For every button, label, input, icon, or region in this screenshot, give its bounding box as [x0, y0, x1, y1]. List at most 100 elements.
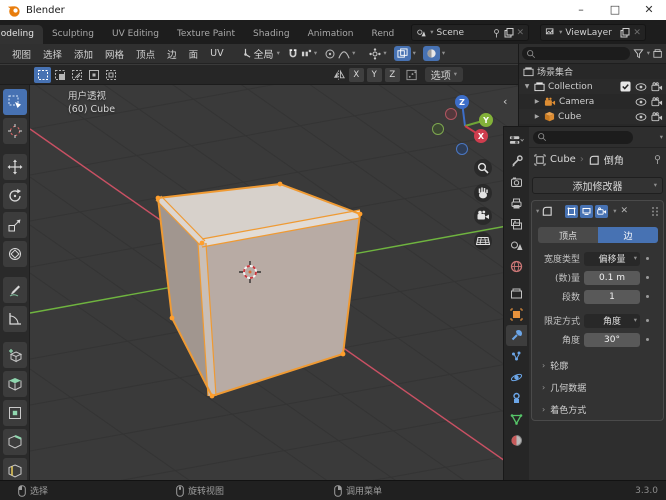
menu-select[interactable]: 选择 [37, 47, 68, 61]
angle-field[interactable]: 30° [584, 332, 640, 347]
affect-edges-button[interactable]: 边 [598, 227, 658, 243]
menu-uv[interactable]: UV [204, 48, 229, 59]
tab-sculpting[interactable]: Sculpting [43, 25, 103, 44]
checkbox-checked-icon[interactable] [620, 81, 631, 92]
breadcrumb-modifier[interactable]: 倒角 [604, 152, 624, 167]
viewlayer-selector[interactable]: ▾ ViewLayer ✕ [540, 24, 646, 41]
tab-render[interactable] [506, 172, 527, 193]
subpanel-shading[interactable]: › 着色方式 [542, 403, 586, 416]
sidebar-collapse-arrow[interactable]: ‹ [503, 95, 507, 108]
tab-shading[interactable]: Shading [244, 25, 299, 44]
cursor-tool[interactable] [2, 118, 27, 144]
subpanel-geometry[interactable]: › 几何数据 [542, 381, 586, 394]
cube-object[interactable] [155, 181, 363, 399]
xray-toggle[interactable]: ▾ [393, 46, 416, 61]
falloff-icon[interactable] [406, 69, 419, 81]
mirror-z-button[interactable]: Z [384, 67, 400, 82]
scene-selector[interactable]: ▾ Scene ✕ [411, 24, 530, 41]
tab-animation[interactable]: Animation [299, 25, 363, 44]
options-dropdown[interactable]: 选项 ▾ [424, 67, 463, 82]
animate-dot[interactable] [646, 276, 649, 279]
animate-dot[interactable] [646, 257, 649, 260]
drag-handle-icon[interactable] [651, 206, 659, 217]
eye-icon[interactable] [635, 97, 647, 107]
scale-tool[interactable] [2, 212, 27, 238]
render-visibility-icon[interactable] [651, 96, 663, 107]
gizmo-dropdown[interactable]: ▾ [369, 47, 387, 60]
animate-dot[interactable] [646, 319, 649, 322]
width-type-dropdown[interactable]: 偏移量 ▾ [584, 251, 640, 266]
outliner-row-camera[interactable]: ▶ Camera [519, 94, 666, 109]
modifier-extras-dropdown[interactable]: ▾ [613, 208, 616, 215]
transform-orientation-dropdown[interactable]: 全局 ▾ [240, 46, 280, 61]
modifier-close-icon[interactable]: ✕ [621, 206, 629, 216]
subpanel-profile[interactable]: › 轮廓 [542, 359, 568, 372]
copy-icon[interactable] [504, 27, 514, 38]
tab-rendering[interactable]: Rend [362, 25, 403, 44]
tab-physics[interactable] [506, 367, 527, 388]
maximize-button[interactable]: □ [598, 0, 632, 20]
add-cube-tool[interactable] [2, 342, 27, 368]
viewport-canvas[interactable]: Z Y X ‹ [30, 85, 518, 480]
editmode-display-toggle[interactable] [565, 204, 579, 218]
add-modifier-dropdown[interactable]: 添加修改器 ▾ [532, 177, 663, 194]
eye-icon[interactable] [635, 82, 647, 92]
annotate-tool[interactable] [2, 277, 27, 303]
select-mode-invert[interactable] [85, 67, 102, 83]
tab-texture-paint[interactable]: Texture Paint [168, 25, 244, 44]
viewport-shading-group[interactable]: ▾ [422, 46, 445, 61]
rotate-tool[interactable] [2, 183, 27, 209]
measure-tool[interactable] [2, 306, 27, 332]
properties-search-input[interactable] [533, 130, 633, 144]
tab-modifiers[interactable] [506, 325, 527, 346]
select-mode-set[interactable] [34, 66, 51, 83]
tab-object-data[interactable] [506, 409, 527, 430]
menu-face[interactable]: 面 [183, 47, 205, 61]
viewport-3d[interactable]: Z Y X ‹ 用户透视 (60) Cube [30, 85, 518, 480]
close-button[interactable]: ✕ [632, 0, 666, 20]
expand-chevron-icon[interactable]: ▾ [536, 208, 539, 215]
tab-object[interactable] [506, 304, 527, 325]
menu-add[interactable]: 添加 [68, 47, 99, 61]
affect-vertices-button[interactable]: 顶点 [538, 227, 598, 243]
editor-type-dropdown[interactable] [506, 130, 527, 151]
segments-field[interactable]: 1 [584, 289, 640, 304]
menu-mesh[interactable]: 网格 [99, 47, 130, 61]
transform-tool[interactable] [2, 241, 27, 267]
outliner-row-cube[interactable]: ▶ Cube [519, 109, 666, 124]
outliner-search-input[interactable] [522, 47, 630, 60]
select-mode-subtract[interactable] [68, 67, 85, 83]
mirror-y-button[interactable]: Y [366, 67, 382, 82]
loop-cut-tool[interactable] [2, 458, 27, 480]
inset-faces-tool[interactable] [2, 400, 27, 426]
tab-tool[interactable] [506, 151, 527, 172]
amount-field[interactable]: 0.1 m [584, 270, 640, 285]
limit-method-dropdown[interactable]: 角度 ▾ [584, 313, 640, 328]
mirror-x-button[interactable]: X [348, 67, 364, 82]
filter-icon[interactable] [633, 48, 644, 59]
tab-modeling[interactable]: Modeling [0, 25, 43, 44]
extrude-region-tool[interactable] [2, 371, 27, 397]
tab-world[interactable] [506, 256, 527, 277]
snapping-group[interactable]: ▾ [287, 48, 317, 60]
menu-edge[interactable]: 边 [161, 47, 183, 61]
render-visibility-icon[interactable] [651, 81, 663, 92]
proportional-edit-group[interactable]: ▾ [324, 48, 355, 60]
select-box-tool[interactable] [2, 89, 27, 115]
pin-icon[interactable] [653, 154, 662, 165]
tab-collection[interactable] [506, 283, 527, 304]
mirror-icon[interactable] [333, 69, 346, 81]
select-mode-extend[interactable] [51, 67, 68, 83]
eye-icon[interactable] [635, 112, 647, 122]
tab-particles[interactable] [506, 346, 527, 367]
animate-dot[interactable] [646, 295, 649, 298]
render-visibility-icon[interactable] [651, 111, 663, 122]
copy-icon[interactable] [620, 27, 630, 38]
tab-material[interactable] [506, 430, 527, 451]
render-display-toggle[interactable] [595, 204, 609, 218]
tab-constraints[interactable] [506, 388, 527, 409]
tab-uv-editing[interactable]: UV Editing [103, 25, 168, 44]
select-mode-intersect[interactable] [102, 67, 119, 83]
new-collection-icon[interactable] [653, 48, 663, 59]
outliner-row-collection[interactable]: ▼ Collection [519, 79, 666, 94]
